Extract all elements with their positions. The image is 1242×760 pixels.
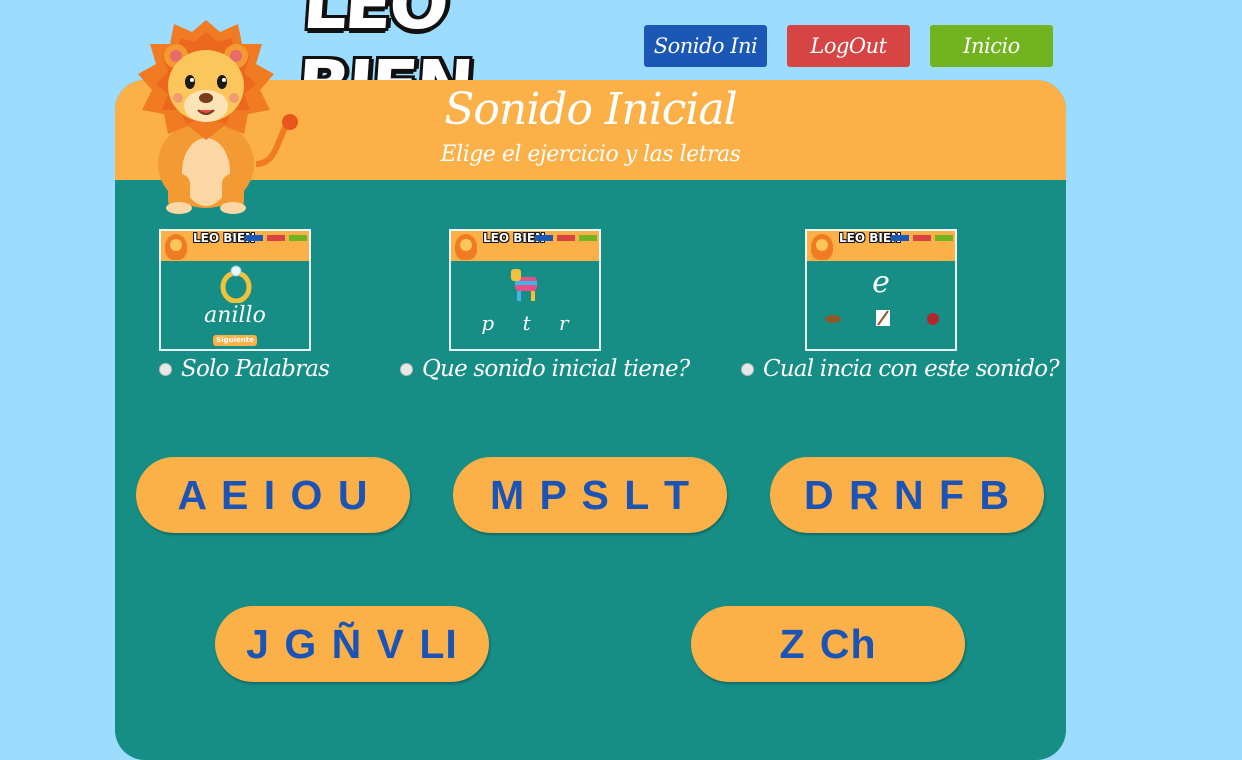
exercise-thumbnail-solo-palabras[interactable]: LEO BIEN anillo Siguiente — [159, 229, 311, 351]
letter-group-drnfb-button[interactable]: D R N F B — [770, 457, 1044, 533]
sonido-ini-button[interactable]: Sonido Ini — [644, 25, 767, 67]
lion-icon — [455, 234, 477, 260]
letter-group-jgnvll-button[interactable]: J G Ñ V LI — [215, 606, 489, 682]
logout-button[interactable]: LogOut — [787, 25, 910, 67]
option-pictures-icon — [825, 310, 939, 326]
radio-button[interactable] — [400, 362, 413, 376]
thumbnail-letter: e — [872, 265, 890, 300]
lion-icon — [165, 234, 187, 260]
thumbnail-word: anillo — [204, 303, 266, 328]
letter-group-vowels-button[interactable]: A E I O U — [136, 457, 410, 533]
thumbnail-letter-2: t — [522, 311, 531, 335]
exercise-thumbnail-cual-inicia[interactable]: LEO BIEN e — [805, 229, 957, 351]
option-label: Que sonido inicial tiene? — [422, 356, 690, 382]
option-sonido-inicial[interactable]: Que sonido inicial tiene? — [400, 352, 690, 386]
letter-group-zch-button[interactable]: Z Ch — [691, 606, 965, 682]
option-label: Cual incia con este sonido? — [763, 356, 1060, 382]
option-label: Solo Palabras — [181, 356, 330, 382]
radio-button[interactable] — [741, 362, 754, 376]
option-solo-palabras[interactable]: Solo Palabras — [159, 352, 330, 386]
option-cual-inicia[interactable]: Cual incia con este sonido? — [741, 352, 1060, 386]
pinata-icon — [511, 269, 537, 301]
inicio-button[interactable]: Inicio — [930, 25, 1053, 67]
thumbnail-letter-3: r — [559, 311, 569, 335]
letter-group-mpslt-button[interactable]: M P S L T — [453, 457, 727, 533]
radio-button[interactable] — [159, 362, 172, 376]
lion-mascot-icon — [138, 20, 298, 214]
thumbnail-letter-1: p — [481, 311, 495, 335]
ring-icon — [220, 265, 252, 303]
lion-icon — [811, 234, 833, 260]
thumbnail-next-button: Siguiente — [213, 335, 257, 346]
exercise-thumbnail-sonido-inicial[interactable]: LEO BIEN p t r — [449, 229, 601, 351]
app-logo: LEO BIEN — [294, 0, 474, 127]
